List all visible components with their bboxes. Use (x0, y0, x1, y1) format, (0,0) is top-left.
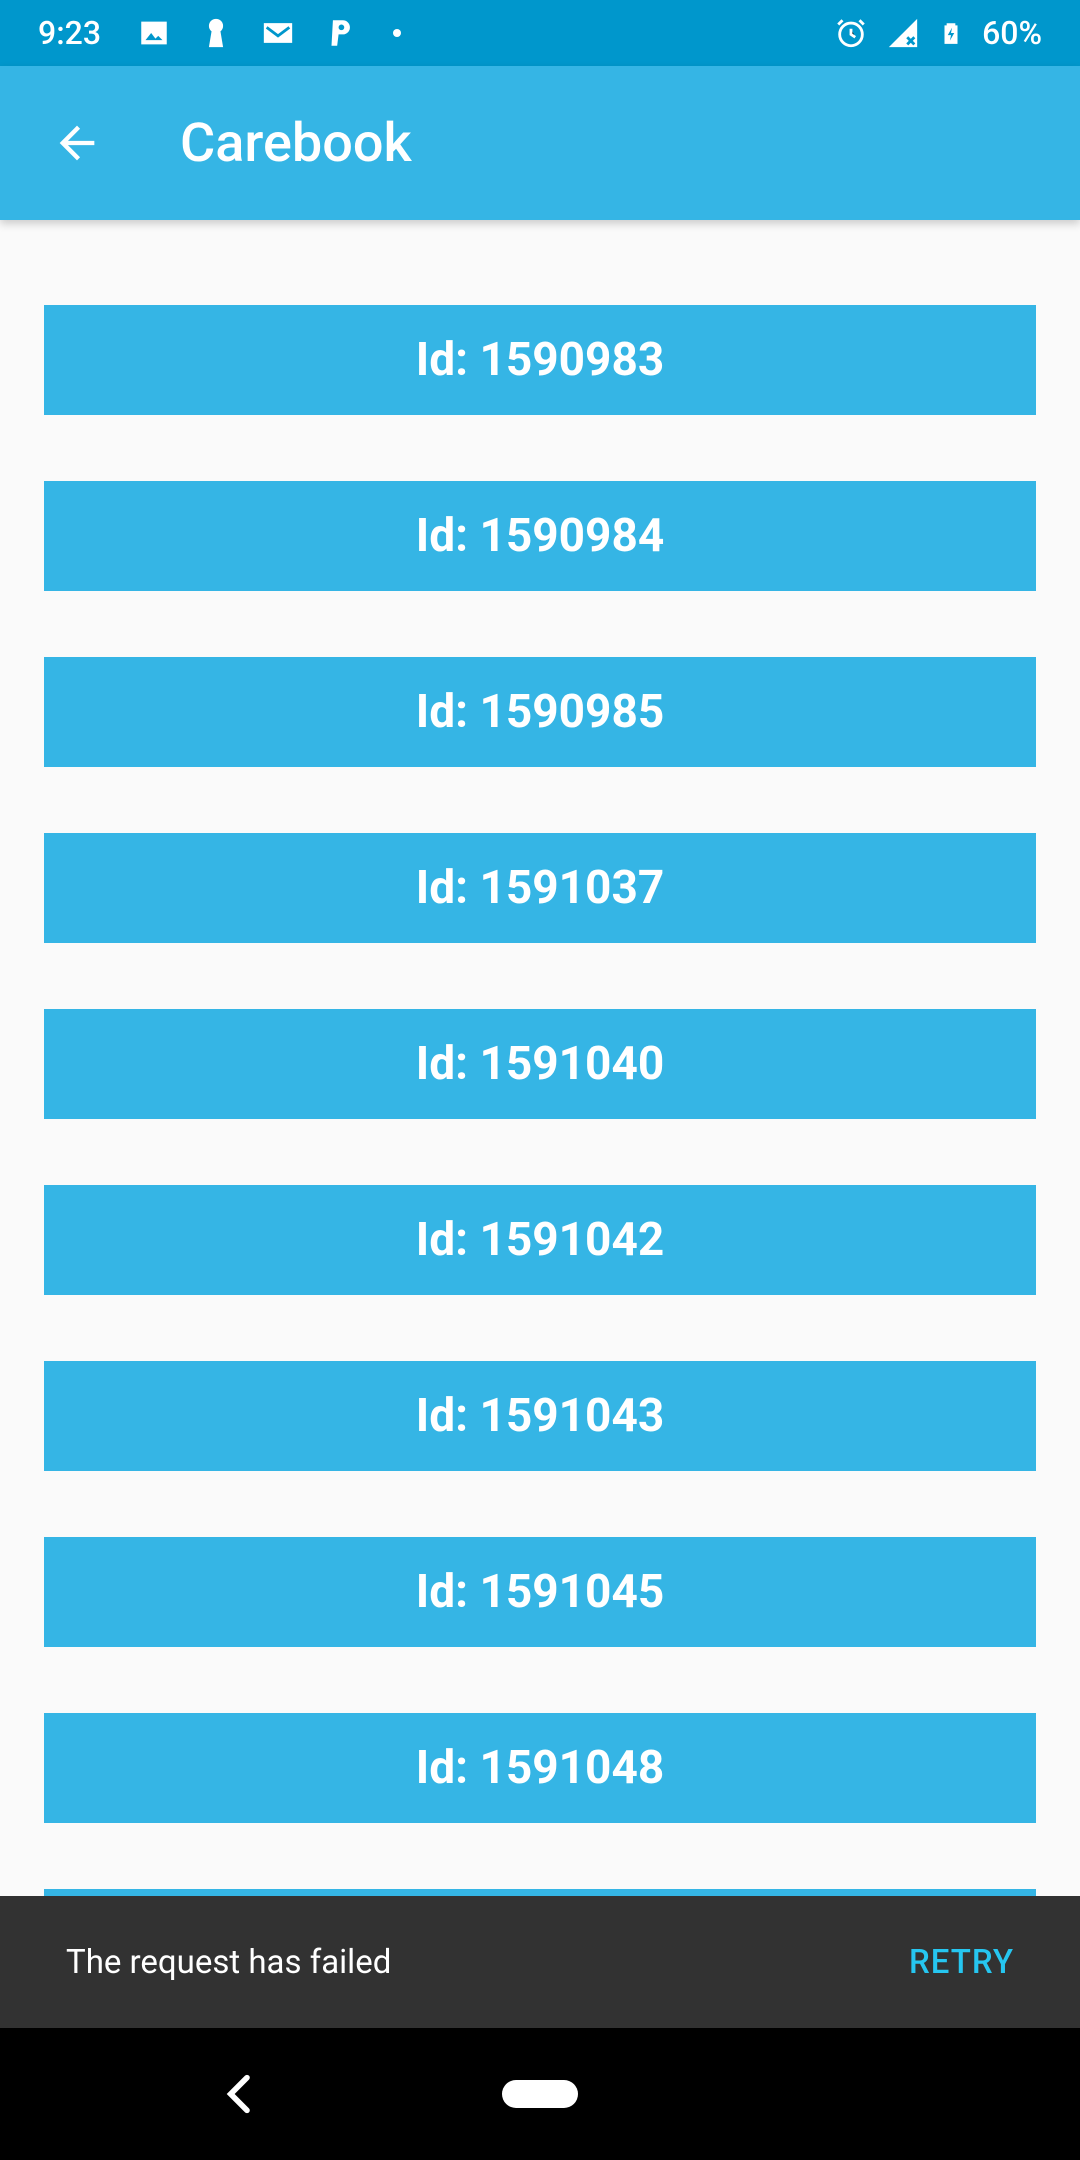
keyhole-icon (208, 18, 224, 48)
app-bar: Carebook (0, 66, 1080, 220)
notification-icons (137, 16, 409, 50)
list-item[interactable]: Id: 1590984 (44, 481, 1036, 591)
back-button[interactable] (17, 83, 137, 203)
status-bar: 9:23 60% (0, 0, 1080, 66)
nav-home-pill[interactable] (502, 2080, 578, 2108)
retry-button[interactable]: RETRY (909, 1943, 1014, 1982)
signal-icon (888, 18, 918, 48)
page-title: Carebook (180, 111, 412, 175)
navigation-bar (0, 2028, 1080, 2160)
snackbar-message: The request has failed (66, 1942, 392, 1982)
alarm-icon (837, 19, 865, 48)
list-item[interactable]: Id: 1591045 (44, 1537, 1036, 1647)
gmail-icon (263, 23, 293, 43)
image-icon (141, 21, 167, 45)
arrow-back-icon (59, 125, 95, 161)
list-item[interactable] (44, 1889, 1036, 1896)
nav-back-icon[interactable] (212, 2066, 268, 2122)
battery-charging-icon (944, 23, 958, 44)
list-item[interactable]: Id: 1590985 (44, 657, 1036, 767)
list-item[interactable]: Id: 1591043 (44, 1361, 1036, 1471)
list-item[interactable]: Id: 1591037 (44, 833, 1036, 943)
id-list[interactable]: Id: 1590983 Id: 1590984 Id: 1590985 Id: … (0, 220, 1080, 1896)
list-item[interactable]: Id: 1590983 (44, 305, 1036, 415)
battery-percentage: 60% (982, 14, 1042, 52)
list-item[interactable]: Id: 1591048 (44, 1713, 1036, 1823)
status-time: 9:23 (38, 14, 101, 52)
snackbar: The request has failed RETRY (0, 1896, 1080, 2028)
system-icons: 60% (834, 14, 1042, 52)
paypal-icon (331, 20, 350, 46)
dot-icon (393, 29, 401, 37)
list-item[interactable]: Id: 1591042 (44, 1185, 1036, 1295)
list-item[interactable]: Id: 1591040 (44, 1009, 1036, 1119)
